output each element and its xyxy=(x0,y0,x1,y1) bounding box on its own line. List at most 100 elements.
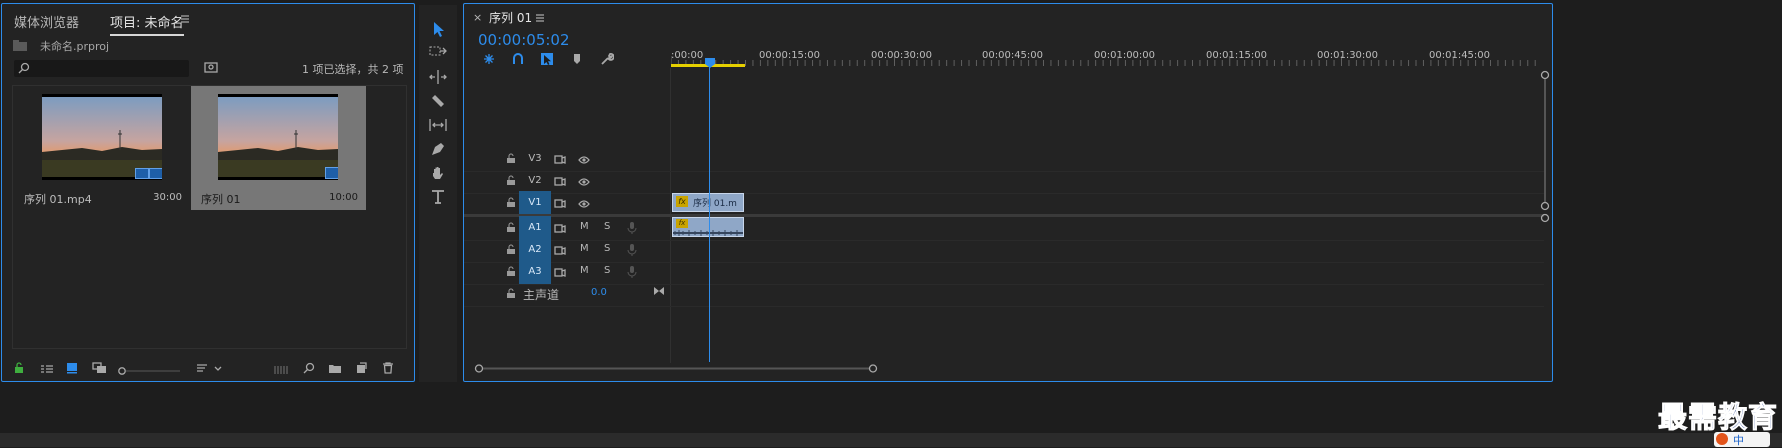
linked-selection-icon[interactable] xyxy=(540,52,554,69)
sync-lock-icon[interactable] xyxy=(554,245,566,259)
sequence-thumbnail xyxy=(218,94,338,180)
lock-track-icon[interactable] xyxy=(506,244,516,258)
ruler-label: 00:01:15:00 xyxy=(1206,50,1268,61)
panel-menu-icon[interactable] xyxy=(535,12,545,26)
new-bin-icon[interactable] xyxy=(328,362,342,377)
vertical-scrollbar[interactable] xyxy=(1540,70,1550,360)
lock-track-icon[interactable] xyxy=(506,197,516,211)
clip-thumbnail xyxy=(42,94,162,180)
project-file-name: 未命名.prproj xyxy=(40,40,110,53)
master-track-label: 主声道 xyxy=(523,288,560,302)
ruler-label: 00:00:45:00 xyxy=(982,50,1044,61)
pen-tool[interactable] xyxy=(427,138,449,160)
automate-to-sequence-icon[interactable] xyxy=(274,364,288,378)
sequence-duration: 10:00 xyxy=(329,192,358,203)
sequence-tab[interactable]: 序列 01 xyxy=(489,9,532,26)
search-input[interactable] xyxy=(14,60,189,77)
video-clip-label: 序列 01.m xyxy=(693,199,737,209)
sort-icon[interactable] xyxy=(196,363,226,378)
track-label-v2[interactable]: V2 xyxy=(519,169,551,193)
track-select-tool[interactable] xyxy=(427,41,449,63)
lock-track-icon[interactable] xyxy=(506,288,516,302)
track-label-a1[interactable]: A1 xyxy=(519,216,551,240)
hand-tool[interactable] xyxy=(427,162,449,184)
new-search-bin-icon[interactable] xyxy=(204,61,218,76)
slip-tool[interactable] xyxy=(427,114,449,136)
sync-lock-icon[interactable] xyxy=(554,223,566,237)
mute-button[interactable]: M xyxy=(580,221,589,232)
project-item-clip[interactable]: 序列 01.mp4 30:00 xyxy=(16,86,186,210)
close-tab-button[interactable]: × xyxy=(473,11,482,24)
selection-tool[interactable] xyxy=(427,18,449,40)
razor-tool[interactable] xyxy=(427,90,449,112)
track-label-a3[interactable]: A3 xyxy=(519,260,551,284)
tab-media-browser[interactable]: 媒体浏览器 xyxy=(14,12,79,31)
lock-track-icon[interactable] xyxy=(506,153,516,167)
sync-lock-icon[interactable] xyxy=(554,267,566,281)
list-view-icon[interactable] xyxy=(40,363,54,377)
panel-menu-icon[interactable] xyxy=(180,13,190,27)
ime-language: 中 xyxy=(1733,434,1744,447)
sequence-badge-icon xyxy=(325,167,338,179)
new-item-icon[interactable] xyxy=(355,362,367,377)
icon-view-icon[interactable] xyxy=(66,362,78,377)
lock-icon[interactable] xyxy=(14,362,24,377)
nest-icon[interactable] xyxy=(482,52,496,69)
project-panel: 媒体浏览器 项目: 未命名 未命名.prproj 1 项已选择，共 2 项 序列… xyxy=(1,3,415,382)
microphone-icon[interactable] xyxy=(627,243,637,260)
solo-button[interactable]: S xyxy=(604,243,610,254)
fx-badge: fx xyxy=(676,196,688,207)
solo-button[interactable]: S xyxy=(604,221,610,232)
sync-lock-icon[interactable] xyxy=(554,154,566,168)
horizontal-scrollbar[interactable] xyxy=(474,362,1538,373)
playhead[interactable] xyxy=(705,57,715,68)
lock-track-icon[interactable] xyxy=(506,266,516,280)
trash-icon[interactable] xyxy=(382,362,394,377)
sync-lock-icon[interactable] xyxy=(554,176,566,190)
mute-button[interactable]: M xyxy=(580,265,589,276)
bowtie-icon[interactable] xyxy=(653,285,665,299)
eye-icon[interactable] xyxy=(578,198,590,212)
watermark-text: 最需教育 xyxy=(1657,400,1779,435)
playhead-line xyxy=(709,66,710,362)
ruler-label: 00:01:00:00 xyxy=(1094,50,1156,61)
microphone-icon[interactable] xyxy=(627,265,637,282)
snap-icon[interactable] xyxy=(511,52,525,69)
project-item-sequence[interactable]: 序列 01 10:00 xyxy=(191,86,366,210)
project-folder-icon xyxy=(12,40,28,55)
selection-status: 1 项已选择，共 2 项 xyxy=(302,63,404,76)
ruler-label: :00:00 xyxy=(671,50,704,61)
lock-track-icon[interactable] xyxy=(506,175,516,189)
track-master[interactable]: 主声道 0.0 xyxy=(464,282,1544,307)
eye-icon[interactable] xyxy=(578,154,590,168)
solo-button[interactable]: S xyxy=(604,265,610,276)
clip-name: 序列 01.mp4 xyxy=(24,193,92,206)
eye-icon[interactable] xyxy=(578,176,590,190)
timeline-panel: × 序列 01 00:00:05:02 :00:00 00:00:15:00 0… xyxy=(463,3,1553,382)
ripple-edit-tool[interactable] xyxy=(427,66,449,88)
audio-badge-icon xyxy=(149,168,162,179)
master-volume-value[interactable]: 0.0 xyxy=(591,287,607,298)
add-marker-icon[interactable] xyxy=(572,53,582,68)
track-label-a2[interactable]: A2 xyxy=(519,238,551,262)
mute-button[interactable]: M xyxy=(580,243,589,254)
video-badge-icon xyxy=(135,168,149,179)
find-icon[interactable] xyxy=(303,362,315,377)
audio-clip[interactable]: fx xyxy=(672,217,744,237)
sync-lock-icon[interactable] xyxy=(554,198,566,212)
track-label-v3[interactable]: V3 xyxy=(519,147,551,171)
wrench-icon[interactable] xyxy=(600,52,615,69)
ruler-label: 00:00:15:00 xyxy=(759,50,821,61)
microphone-icon[interactable] xyxy=(627,221,637,238)
track-v1[interactable]: V1 xyxy=(464,191,1544,216)
lock-track-icon[interactable] xyxy=(506,222,516,236)
zoom-slider[interactable] xyxy=(118,364,182,375)
tab-project[interactable]: 项目: 未命名 xyxy=(110,12,184,36)
ime-indicator[interactable]: 中 xyxy=(1714,432,1770,447)
track-label-v1[interactable]: V1 xyxy=(519,191,551,215)
type-tool[interactable] xyxy=(427,186,449,208)
video-clip[interactable]: fx 序列 01.m xyxy=(672,193,744,212)
ruler-label: 00:00:30:00 xyxy=(871,50,933,61)
freeform-view-icon[interactable] xyxy=(92,362,108,377)
timecode-display[interactable]: 00:00:05:02 xyxy=(478,31,570,49)
